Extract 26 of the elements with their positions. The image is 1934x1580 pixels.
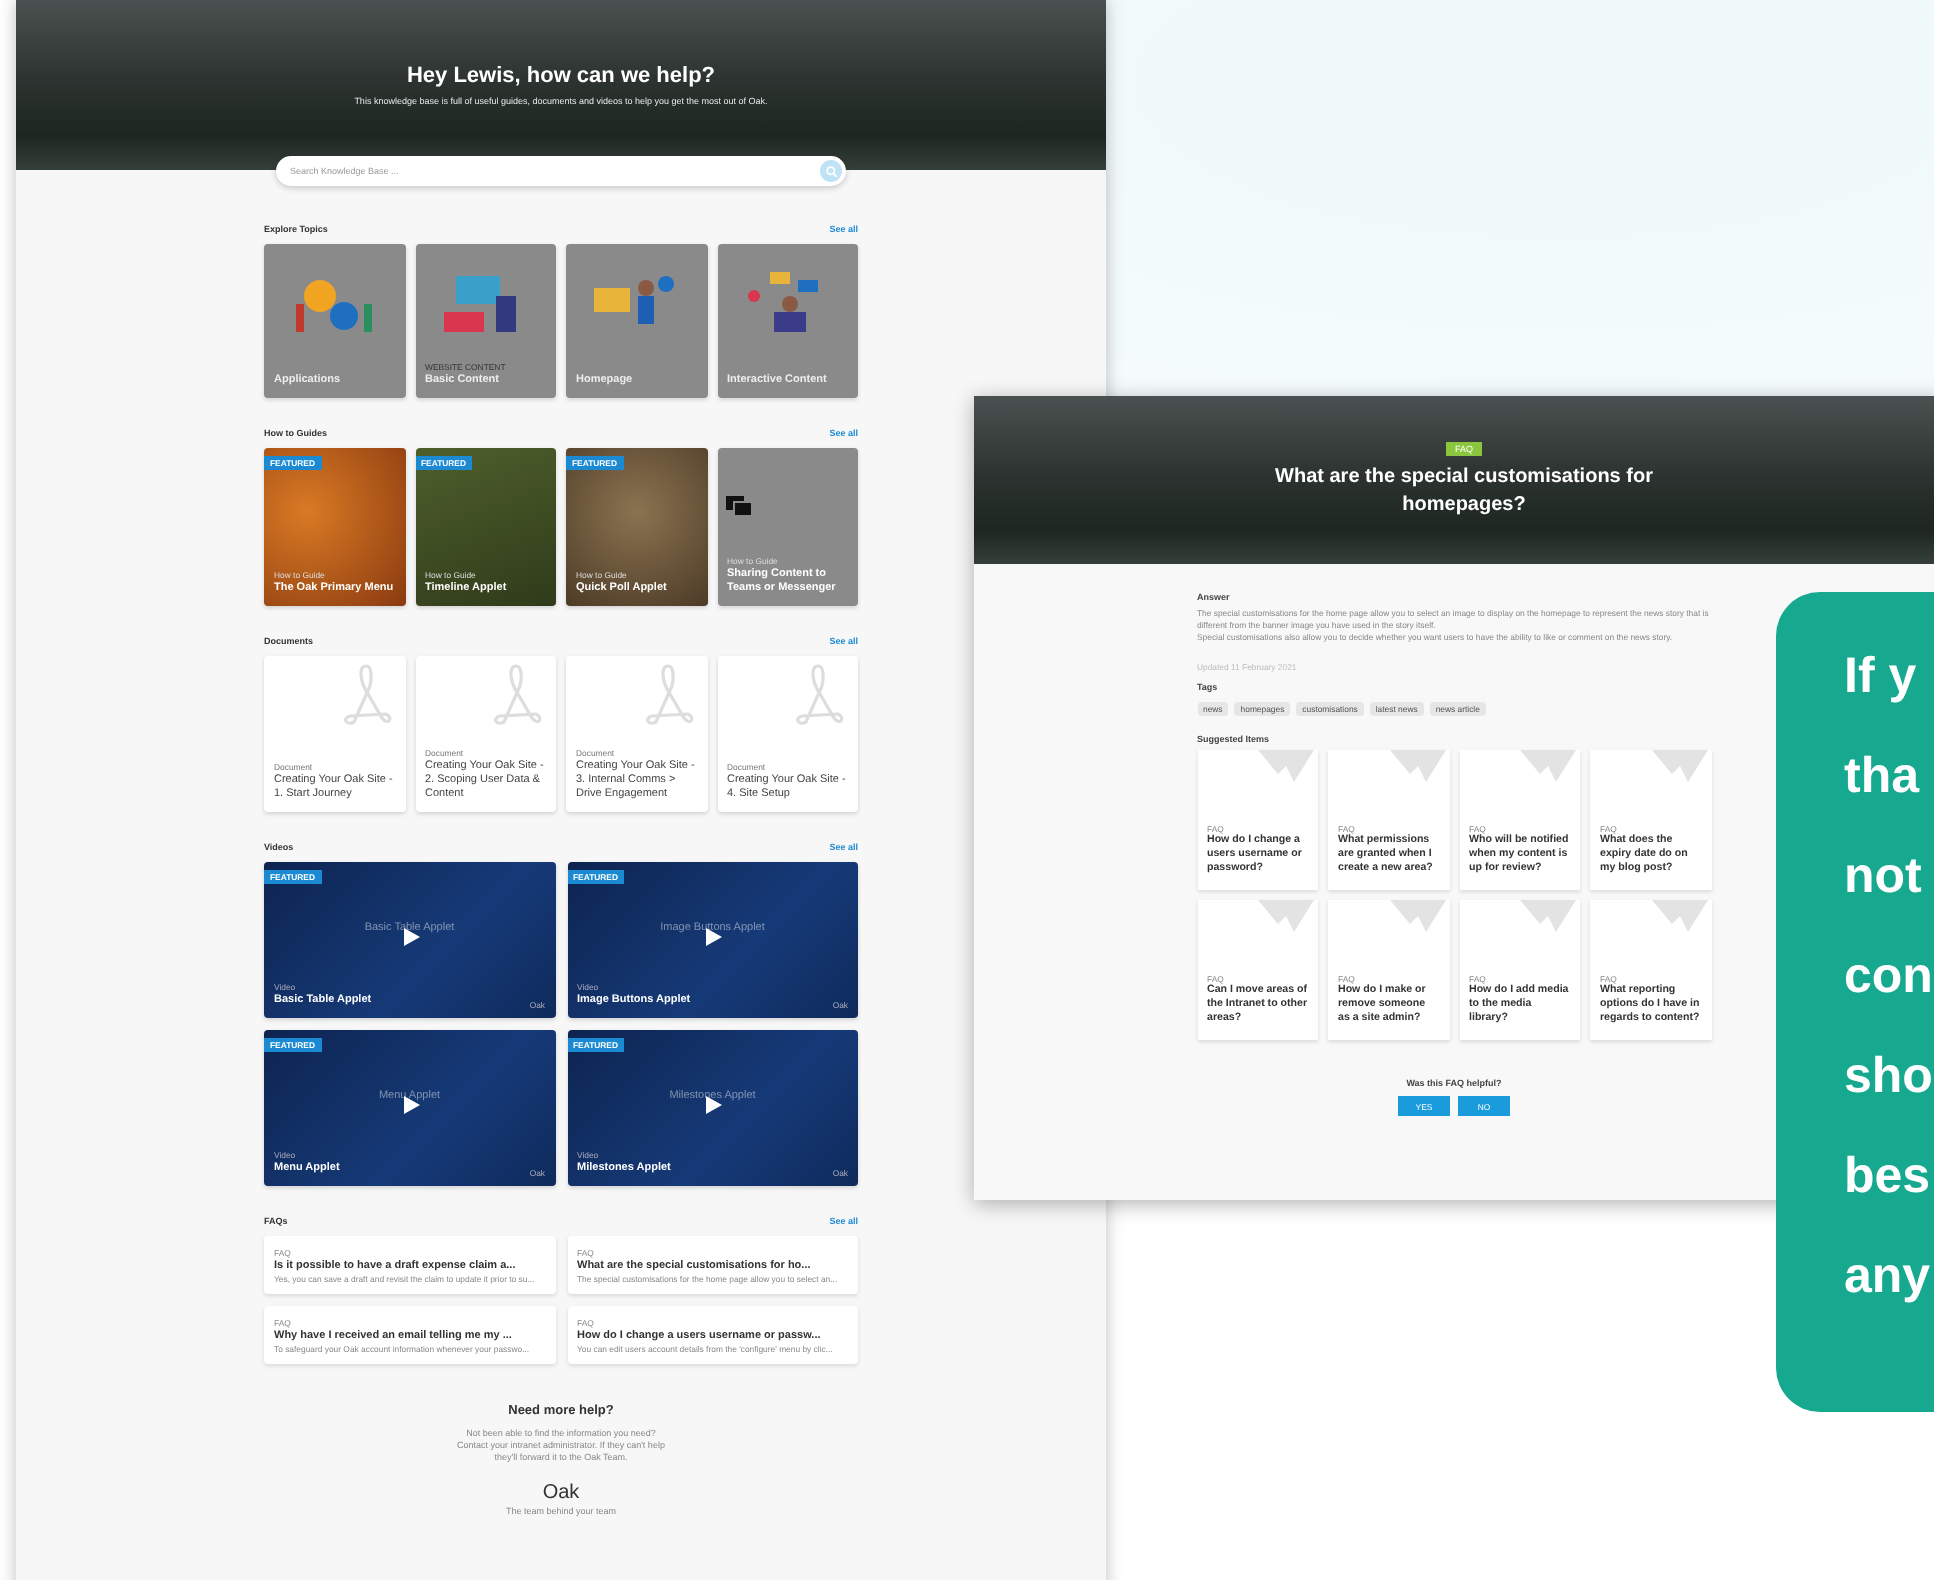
pdf-icon [643,662,695,730]
corner-graphic [1389,900,1445,933]
brand-logo: Oak [542,1482,580,1504]
callout-text: not [1844,846,1922,908]
pdf-icon [794,662,846,730]
callout-text: con [1844,946,1933,1008]
hero-title: Hey Lewis, how can we help? [406,64,716,88]
callout-text: If y [1844,646,1917,708]
corner-graphic [1258,900,1314,933]
faq-title: What are the special customisations for homepages? [1273,464,1655,518]
pdf-icon [492,662,544,730]
corner-graphic [1651,750,1707,783]
callout-text: bes [1844,1146,1931,1208]
play-icon[interactable] [706,1096,723,1114]
corner-graphic [1651,900,1707,933]
callout-text: sho [1844,1046,1933,1108]
corner-graphic [1520,750,1576,783]
chat-icon [725,496,753,520]
callout-text: any [1844,1246,1931,1308]
corner-graphic [1258,750,1314,783]
corner-graphic [1389,750,1445,783]
play-icon[interactable] [706,928,723,946]
callout-text: tha [1844,746,1919,808]
corner-graphic [1520,900,1576,933]
pdf-icon [341,662,393,730]
play-icon[interactable] [403,928,420,946]
